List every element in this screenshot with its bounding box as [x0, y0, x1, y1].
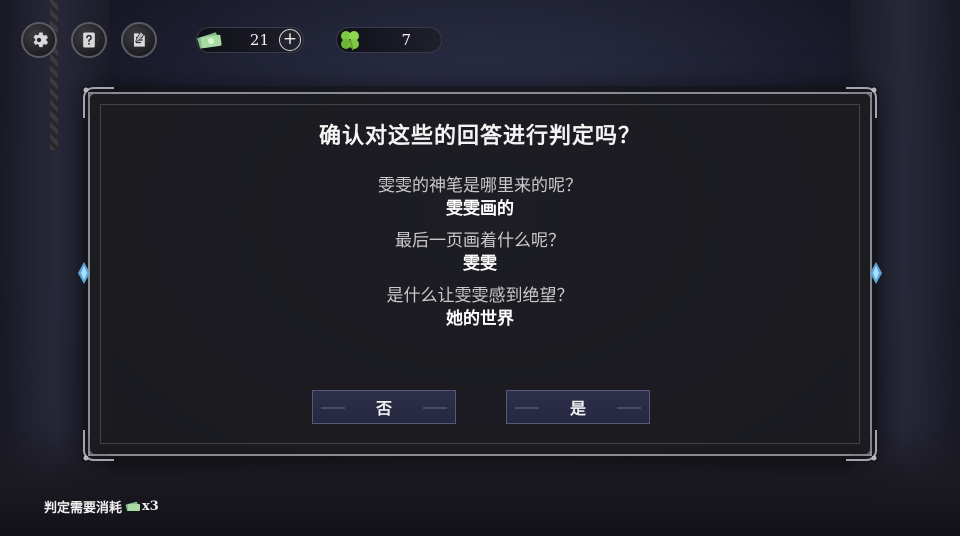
qa-item: 是什么让雯雯感到绝望？ 她的世界: [90, 284, 870, 330]
money-notes-count: 21: [249, 31, 269, 49]
cost-amount: x3: [142, 499, 159, 514]
background-rope: [50, 0, 58, 150]
no-button[interactable]: 否: [312, 390, 456, 424]
money-notes-icon: [125, 501, 141, 511]
money-notes-counter: 21 +: [196, 27, 304, 53]
button-ornament-icon: [515, 407, 539, 409]
notebook-button[interactable]: [121, 22, 157, 58]
question-text: 雯雯的神笔是哪里来的呢？: [378, 176, 582, 196]
answer-text: 雯雯: [463, 254, 497, 274]
ornament-corner-icon: [846, 87, 877, 118]
answer-summary-list: 雯雯的神笔是哪里来的呢？ 雯雯画的 最后一页画着什么呢？ 雯雯 是什么让雯雯感到…: [90, 174, 870, 339]
yes-button-label: 是: [569, 399, 586, 418]
confirm-dialog: 确认对这些的回答进行判定吗？ 雯雯的神笔是哪里来的呢？ 雯雯画的 最后一页画着什…: [78, 87, 882, 461]
ornament-corner-icon: [83, 430, 114, 461]
money-notes-icon: [193, 23, 227, 57]
question-text: 最后一页画着什么呢？: [395, 231, 565, 251]
judgement-cost-note: 判定需要消耗 x3: [44, 497, 159, 516]
no-button-label: 否: [375, 399, 392, 418]
button-ornament-icon: [617, 407, 641, 409]
ornament-corner-icon: [83, 87, 114, 118]
add-currency-button[interactable]: +: [279, 29, 301, 51]
button-ornament-icon: [321, 407, 345, 409]
qa-item: 最后一页画着什么呢？ 雯雯: [90, 229, 870, 275]
qa-item: 雯雯的神笔是哪里来的呢？ 雯雯画的: [90, 174, 870, 220]
clover-counter: 7: [336, 27, 442, 53]
yes-button[interactable]: 是: [506, 390, 650, 424]
gem-ornament-icon: [78, 262, 90, 284]
ornament-corner-icon: [846, 430, 877, 461]
gear-icon: [33, 32, 49, 48]
settings-button[interactable]: [21, 22, 57, 58]
dialog-title: 确认对这些的回答进行判定吗？: [318, 123, 641, 149]
button-ornament-icon: [423, 407, 447, 409]
cost-prefix: 判定需要消耗: [44, 501, 123, 516]
four-leaf-clover-icon: [333, 23, 367, 57]
help-button[interactable]: [71, 22, 107, 58]
answer-text: 雯雯画的: [446, 199, 514, 219]
gem-ornament-icon: [870, 262, 882, 284]
question-text: 是什么让雯雯感到绝望？: [386, 286, 574, 306]
question-card-icon: [83, 32, 95, 48]
answer-text: 她的世界: [446, 309, 514, 329]
clover-count: 7: [401, 31, 411, 49]
notebook-icon: [134, 31, 145, 47]
